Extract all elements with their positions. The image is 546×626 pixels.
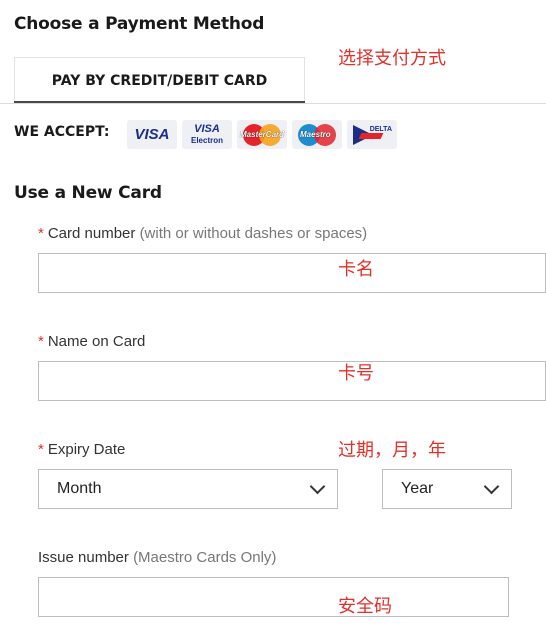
name-on-card-input[interactable]: [38, 361, 546, 401]
expiry-year-select[interactable]: Year: [382, 469, 512, 509]
expiry-date-label: * Expiry Date: [38, 441, 126, 458]
new-card-title: Use a New Card: [14, 183, 162, 203]
expiry-month-value: Month: [57, 480, 102, 497]
expiry-month-select[interactable]: Month: [38, 469, 338, 509]
chevron-down-icon: [483, 478, 500, 495]
annotation-issue-number: 安全码: [338, 596, 392, 617]
chevron-down-icon: [309, 478, 326, 495]
tab-label: PAY BY CREDIT/DEBIT CARD: [51, 72, 268, 89]
maestro-logo: Maestro: [292, 120, 342, 149]
annotation-payment-method: 选择支付方式: [338, 48, 446, 69]
visa-logo: VISA: [127, 120, 177, 149]
annotation-card-number: 卡名: [338, 259, 374, 280]
card-number-label: * Card number (with or without dashes or …: [38, 225, 368, 242]
card-number-input[interactable]: [38, 253, 546, 293]
page-title: Choose a Payment Method: [14, 14, 265, 34]
issue-number-label: Issue number (Maestro Cards Only): [38, 549, 277, 566]
expiry-year-value: Year: [401, 480, 434, 497]
delta-logo: DELTA: [347, 120, 397, 149]
we-accept-label: WE ACCEPT:: [14, 124, 110, 140]
visa-electron-logo: VISA Electron: [182, 120, 232, 149]
name-on-card-label: * Name on Card: [38, 333, 146, 350]
tab-credit-debit-card[interactable]: PAY BY CREDIT/DEBIT CARD: [14, 57, 305, 103]
issue-number-input[interactable]: [38, 577, 509, 617]
annotation-expiry: 过期，月，年: [338, 440, 446, 461]
mastercard-logo: MasterCard: [237, 120, 287, 149]
tab-divider: [0, 103, 546, 104]
annotation-name-on-card: 卡号: [338, 363, 374, 384]
accepted-cards: VISA VISA Electron MasterCard Maestro DE…: [127, 120, 397, 149]
